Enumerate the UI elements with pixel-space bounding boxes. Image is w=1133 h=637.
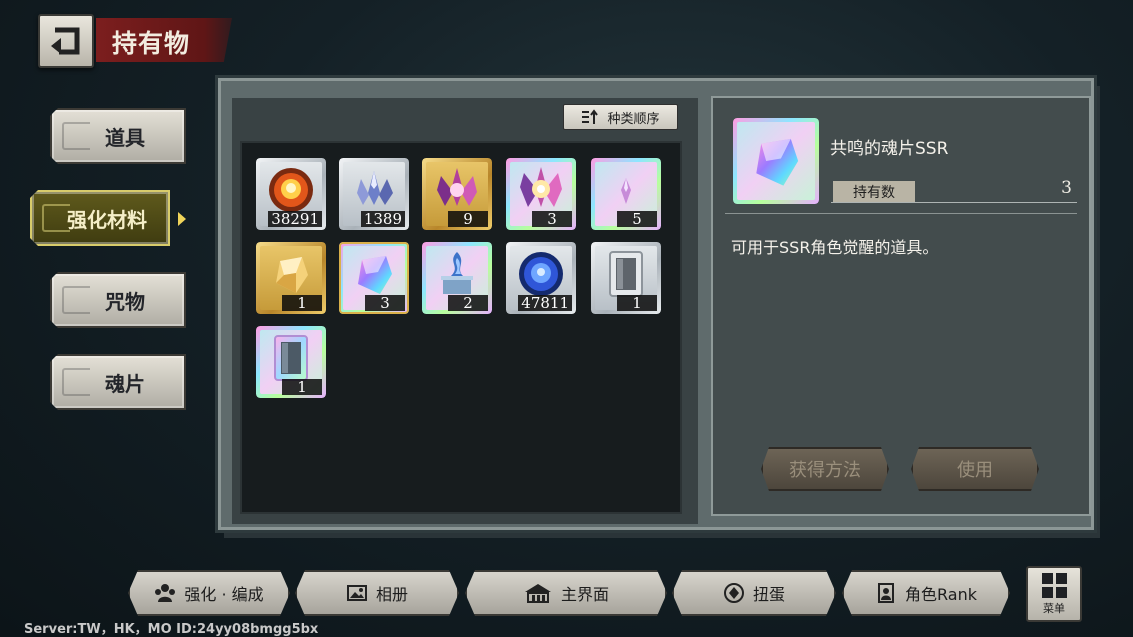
item-slot-mirror-rainbow[interactable]: 1 (256, 326, 326, 398)
tab-label: 道具 (105, 125, 145, 150)
rainbow-shard-icon (358, 255, 392, 294)
server-info: Server:TW，HK，MO ID:24yy08bmgg5bx (24, 622, 319, 637)
item-frame (339, 242, 409, 314)
nav-gacha[interactable]: 扭蛋 (672, 570, 836, 616)
fire-orb-icon (269, 167, 313, 212)
nav-label: 扭蛋 (752, 585, 785, 604)
item-count: 5 (617, 211, 657, 227)
sort-order-button[interactable]: 种类顺序 (563, 104, 678, 130)
tab-curses[interactable]: 咒物 (50, 272, 186, 328)
spirit-altar-icon (441, 251, 473, 294)
silver-mirror-icon (609, 250, 643, 297)
tab-label: 魂片 (105, 371, 145, 396)
tab-enhance-materials[interactable]: 强化材料 (30, 190, 170, 246)
tab-soul-fragments[interactable]: 魂片 (50, 354, 186, 410)
item-count: 2 (448, 295, 488, 311)
nav-enhance-team[interactable]: 强化 · 编成 (128, 570, 290, 616)
rainbow-shard-icon (756, 138, 799, 186)
item-slot-soul-fragment-ssr[interactable]: 3 (339, 242, 409, 314)
item-slot-blue-orb[interactable]: 47811 (506, 242, 576, 314)
page-title: 持有物 (112, 29, 191, 58)
item-slot-radiant-crystal-cluster[interactable]: 3 (506, 158, 576, 230)
pink-crystal-cluster-icon (437, 167, 477, 206)
nav-home[interactable]: 主界面 (465, 570, 667, 616)
item-count: 3 (532, 211, 572, 227)
gold-shard-icon (276, 256, 308, 293)
back-arrow-icon (51, 27, 80, 55)
item-count: 47811 (518, 295, 572, 311)
blue-orb-icon (519, 251, 563, 296)
nav-album[interactable]: 相册 (295, 570, 459, 616)
nav-label: 相册 (375, 585, 408, 604)
item-slot-small-crystal[interactable]: 5 (591, 158, 661, 230)
detail-description: 可用于SSR角色觉醒的道具。 (731, 238, 939, 257)
nav-label: 角色Rank (905, 585, 977, 604)
menu-button[interactable]: 菜单 (1026, 566, 1082, 622)
active-tab-arrow-icon (178, 212, 186, 226)
obtain-method-button[interactable]: 获得方法 (761, 447, 889, 491)
rainbow-mirror-icon (274, 334, 308, 381)
held-count-label: 持有数 (833, 181, 915, 202)
tab-decoration (62, 122, 90, 150)
crystal-cluster-icon (357, 170, 393, 205)
item-slot-crystal-cluster[interactable]: 1389 (339, 158, 409, 230)
tab-label: 咒物 (105, 289, 145, 314)
tab-label: 强化材料 (67, 207, 147, 232)
item-count: 38291 (268, 211, 322, 227)
nav-label: 强化 · 编成 (184, 585, 264, 604)
detail-divider (725, 213, 1077, 214)
radiant-crystal-cluster-icon (520, 166, 562, 207)
detail-item-icon (733, 118, 819, 204)
sort-icon (582, 109, 599, 124)
item-slot-mirror-silver[interactable]: 1 (591, 242, 661, 314)
small-crystal-icon (621, 177, 631, 204)
back-button[interactable] (38, 14, 94, 68)
tab-items[interactable]: 道具 (50, 108, 186, 164)
use-button[interactable]: 使用 (911, 447, 1039, 491)
item-count: 1389 (360, 211, 405, 227)
sort-order-label: 种类顺序 (607, 111, 660, 127)
tab-decoration (42, 204, 70, 232)
nav-character-rank[interactable]: 角色Rank (842, 570, 1010, 616)
item-count: 1 (282, 295, 322, 311)
tab-decoration (62, 286, 90, 314)
item-slot-pink-crystal-cluster[interactable]: 9 (422, 158, 492, 230)
item-slot-soul-fragment-sr[interactable]: 1 (256, 242, 326, 314)
nav-label: 主界面 (560, 585, 609, 604)
item-count: 1 (282, 379, 322, 395)
item-count: 3 (365, 295, 405, 311)
gacha-icon (723, 582, 745, 604)
item-count: 9 (448, 211, 488, 227)
detail-item-name: 共鸣的魂片SSR (830, 139, 949, 159)
held-count-value: 3 (1061, 178, 1072, 198)
tab-decoration (62, 368, 90, 396)
character-card-icon (875, 582, 897, 604)
home-icon (523, 582, 553, 604)
item-slot-fire-orb[interactable]: 38291 (256, 158, 326, 230)
album-icon (346, 582, 368, 604)
menu-label: 菜单 (1043, 601, 1065, 615)
item-count: 1 (617, 295, 657, 311)
menu-grid-icon (1041, 572, 1067, 598)
team-icon (154, 582, 176, 604)
item-slot-spirit-altar[interactable]: 2 (422, 242, 492, 314)
